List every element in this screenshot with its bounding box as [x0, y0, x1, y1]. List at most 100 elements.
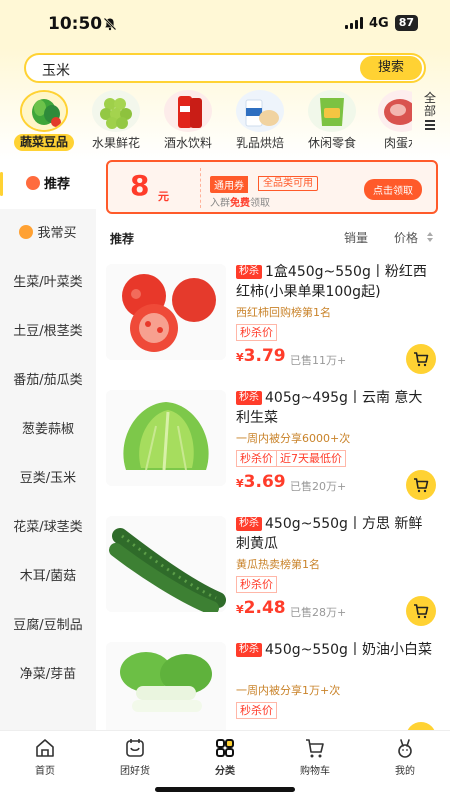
flash-sale-badge: 秒杀	[236, 517, 262, 531]
search-button[interactable]: 搜索	[360, 56, 422, 80]
sidebar-item[interactable]: 生菜/叶菜类	[0, 258, 96, 307]
price-tag: 秒杀价	[236, 450, 277, 467]
coupon-unit: 元	[158, 190, 169, 203]
sidebar-item-frequent[interactable]: 我常买	[0, 209, 96, 258]
category-dairy[interactable]: 乳品烘焙	[224, 90, 296, 152]
price-tag: 秒杀价	[236, 702, 277, 719]
cart-icon	[414, 352, 429, 367]
section-title: 推荐	[110, 232, 135, 246]
network-type: 4G	[368, 15, 389, 31]
product-title: 秒杀 405g~495g丨云南 意大利生菜	[236, 390, 423, 426]
tab-label: 分类	[215, 766, 235, 777]
all-categories-button[interactable]: 全 部	[412, 92, 448, 146]
product-card[interactable]: 秒杀 1盒450g~550g丨粉红西红柿(小果单果100g起) 西红柿回购榜第1名…	[96, 262, 450, 390]
category-fruit[interactable]: 水果鲜花	[80, 90, 152, 152]
coupon-banner[interactable]: 8 元 通用券 全品类可用 入群免费领取 点击领取	[106, 160, 438, 214]
product-title: 秒杀 1盒450g~550g丨粉红西红柿(小果单果100g起)	[236, 264, 427, 300]
battery-indicator: 87	[394, 15, 418, 31]
price-tag: 秒杀价	[236, 576, 277, 593]
profile-icon	[398, 739, 412, 758]
sold-count: 已售28万+	[290, 606, 347, 619]
product-title: 秒杀 450g~550g丨方思 新鲜刺黄瓜	[236, 516, 423, 552]
product-tags: 秒杀价	[236, 324, 277, 341]
tab-home[interactable]: 首页	[0, 737, 90, 777]
claim-coupon-button[interactable]: 点击领取	[364, 179, 422, 200]
product-tags: 秒杀价	[236, 702, 277, 719]
add-to-cart-button[interactable]	[406, 470, 436, 500]
category-meat-eggs[interactable]: 肉蛋水	[366, 90, 412, 152]
group-buy-icon	[126, 739, 144, 757]
tab-label: 购物车	[300, 766, 330, 777]
price-tag: 秒杀价	[236, 324, 277, 341]
category-label: 酒水饮料	[163, 136, 212, 150]
sidebar-item[interactable]: 木耳/菌菇	[0, 552, 96, 601]
product-card[interactable]: 秒杀 450g~550g丨奶油小白菜 一周内被分享1万+次 秒杀价	[96, 640, 450, 730]
sidebar-item[interactable]: 花菜/球茎类	[0, 503, 96, 552]
sort-by-price[interactable]: 价格	[394, 229, 418, 246]
tab-profile[interactable]: 我的	[360, 737, 450, 777]
search-input[interactable]: 玉米 搜索	[24, 53, 426, 83]
categories-icon	[216, 739, 234, 757]
tab-cart[interactable]: 购物车	[270, 737, 360, 777]
cart-icon	[306, 739, 324, 758]
coupon-scope-tag: 全品类可用	[258, 176, 318, 191]
sidebar-item[interactable]: 土豆/根茎类	[0, 307, 96, 356]
category-strip: 蔬菜豆品 水果鲜花 酒水饮料 乳品烘焙 休闲零食 肉蛋 全 部	[0, 90, 450, 156]
coupon-divider	[200, 168, 201, 208]
sidebar-item-recommended[interactable]: 推荐	[0, 160, 96, 209]
product-rank: 一周内被分享1万+次	[236, 684, 341, 697]
search-query: 玉米	[42, 63, 70, 79]
tab-label: 首页	[35, 766, 55, 777]
grapes-image	[92, 90, 140, 132]
milk-image	[236, 90, 284, 132]
status-bar: 10:50 4G 87	[0, 0, 450, 48]
sidebar-label: 我常买	[37, 226, 77, 241]
sold-count: 已售11万+	[290, 354, 347, 367]
category-sidebar: 推荐 我常买 生菜/叶菜类 土豆/根茎类 番茄/茄瓜类 葱姜蒜椒 豆类/玉米 花…	[0, 160, 96, 730]
category-label: 乳品烘焙	[235, 136, 284, 150]
thumbs-up-icon	[25, 176, 40, 190]
signal-icon	[344, 17, 363, 29]
flash-sale-badge: 秒杀	[236, 265, 262, 279]
sidebar-item[interactable]: 豆腐/豆制品	[0, 601, 96, 650]
sidebar-item[interactable]: 净菜/芽苗	[0, 650, 96, 699]
add-to-cart-button[interactable]	[406, 722, 436, 730]
sidebar-item[interactable]: 豆类/玉米	[0, 454, 96, 503]
all-label-2: 部	[423, 104, 436, 118]
sort-arrows-icon	[427, 232, 433, 242]
coupon-amount: 8	[130, 169, 150, 202]
product-card[interactable]: 秒杀 450g~550g丨方思 新鲜刺黄瓜 黄瓜热卖榜第1名 秒杀价 ¥2.48 …	[96, 514, 450, 642]
flash-sale-badge: 秒杀	[236, 643, 262, 657]
product-rank: 一周内被分享6000+次	[236, 432, 351, 445]
coupon-subtext: 入群免费领取	[210, 198, 270, 209]
snack-bag-image	[308, 90, 356, 132]
category-label: 蔬菜豆品	[14, 134, 74, 151]
add-to-cart-button[interactable]	[406, 344, 436, 374]
tab-label: 我的	[395, 766, 415, 777]
drink-can-image	[164, 90, 212, 132]
product-price: ¥2.48	[236, 598, 286, 618]
lowest-price-tag: 近7天最低价	[277, 450, 346, 467]
tab-group-buy[interactable]: 团好货	[90, 737, 180, 777]
category-drinks[interactable]: 酒水饮料	[152, 90, 224, 152]
product-title: 秒杀 450g~550g丨奶油小白菜	[236, 640, 436, 660]
tab-categories[interactable]: 分类	[180, 737, 270, 777]
product-tags: 秒杀价	[236, 576, 277, 593]
bok-choy-image	[106, 642, 226, 730]
sidebar-item[interactable]: 番茄/茄瓜类	[0, 356, 96, 405]
sidebar-item[interactable]: 葱姜蒜椒	[0, 405, 96, 454]
meat-image	[378, 90, 412, 132]
add-to-cart-button[interactable]	[406, 596, 436, 626]
mute-bell-icon	[103, 17, 117, 31]
product-card[interactable]: 秒杀 405g~495g丨云南 意大利生菜 一周内被分享6000+次 秒杀价 近7…	[96, 388, 450, 516]
category-snacks[interactable]: 休闲零食	[296, 90, 368, 152]
category-label: 水果鲜花	[91, 136, 140, 150]
product-price: ¥3.69	[236, 472, 286, 492]
product-tags: 秒杀价 近7天最低价	[236, 450, 346, 467]
category-vegetables[interactable]: 蔬菜豆品	[8, 90, 80, 152]
frequent-icon	[19, 225, 34, 239]
sort-by-sales[interactable]: 销量	[344, 229, 368, 246]
cart-icon	[414, 604, 429, 619]
coupon-type-tag: 通用券	[210, 176, 248, 193]
lettuce-image	[106, 390, 226, 486]
